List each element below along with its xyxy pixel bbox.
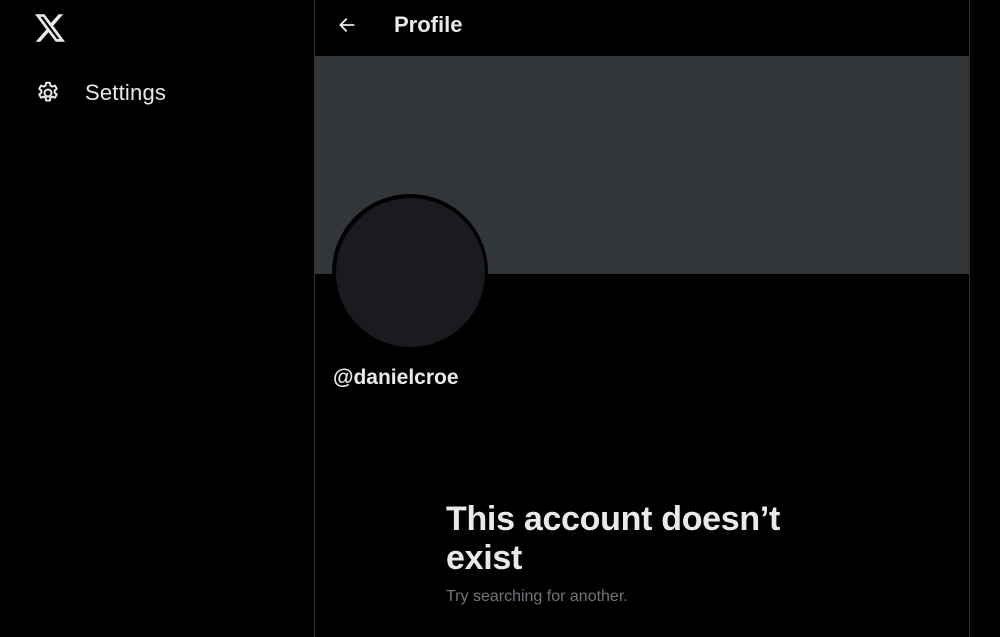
app-window: Settings Profile @danielcroe This accoun… [0, 0, 1000, 637]
empty-state-subtitle: Try searching for another. [446, 588, 628, 605]
sidebar-item-settings[interactable]: Settings [30, 72, 166, 114]
gear-icon [30, 75, 66, 111]
page-header: Profile [315, 0, 969, 55]
profile-handle: @danielcroe [333, 366, 459, 389]
sidebar: Settings [0, 0, 314, 637]
arrow-left-icon [337, 15, 357, 40]
empty-state: This account doesn’t exist Try searching… [446, 500, 846, 606]
empty-state-title: This account doesn’t exist [446, 500, 781, 577]
back-button[interactable] [329, 9, 365, 45]
main-column: Profile @danielcroe This account doesn’t… [314, 0, 970, 637]
page-title: Profile [394, 12, 463, 37]
avatar-placeholder [335, 197, 485, 347]
x-logo-icon[interactable] [32, 10, 68, 46]
avatar [332, 194, 488, 350]
sidebar-item-label: Settings [85, 80, 167, 105]
